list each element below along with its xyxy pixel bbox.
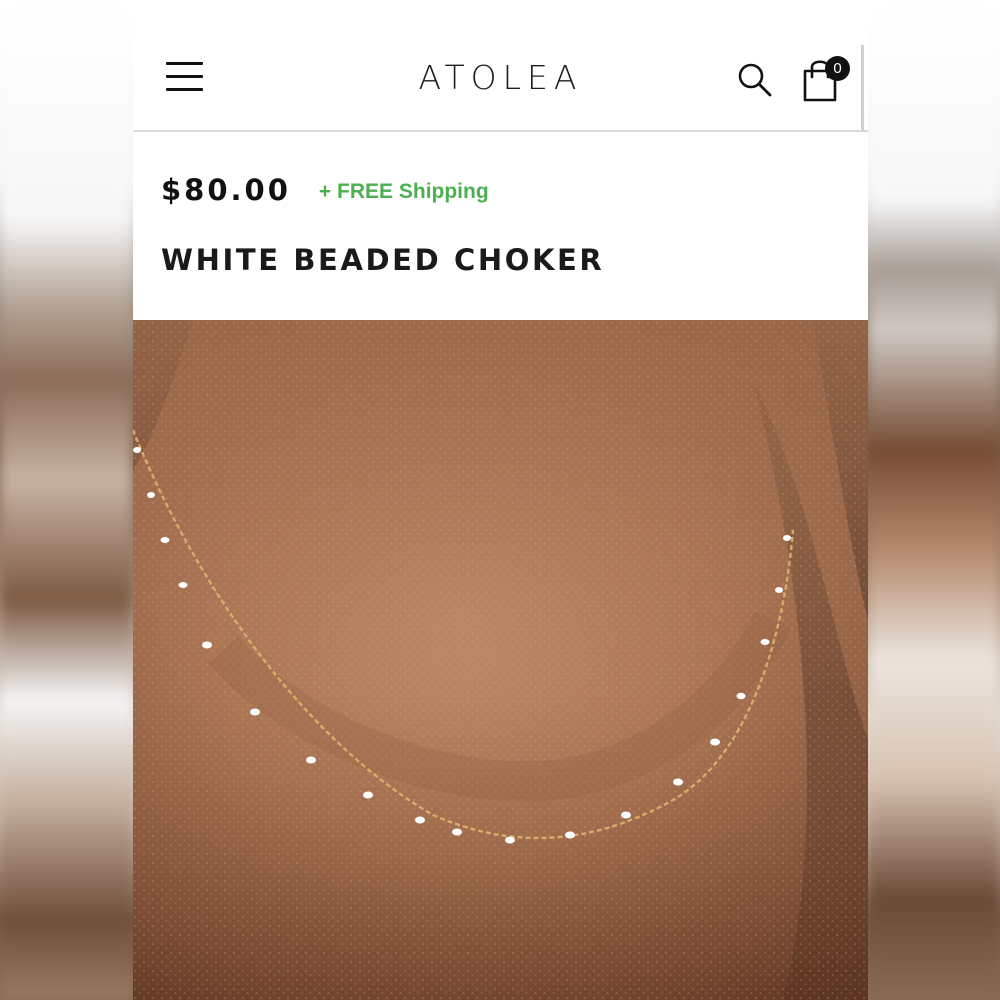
search-icon[interactable] — [735, 60, 775, 100]
blurred-background-right — [868, 0, 1000, 1000]
blurred-background-left — [0, 0, 133, 1000]
phone-screen: ATOLEA 0 $80.00 + FREE Shipping WHITE BE… — [133, 0, 868, 1000]
price-row: $80.00 + FREE Shipping — [161, 170, 489, 210]
cart-count-badge[interactable]: 0 — [825, 56, 850, 81]
free-shipping-note: + FREE Shipping — [318, 180, 489, 203]
product-photo[interactable] — [133, 320, 868, 1000]
product-price: $80.00 — [161, 173, 291, 207]
product-title: WHITE BEADED CHOKER — [161, 243, 605, 277]
scrollbar[interactable] — [861, 45, 864, 130]
site-header: ATOLEA 0 — [133, 0, 868, 132]
